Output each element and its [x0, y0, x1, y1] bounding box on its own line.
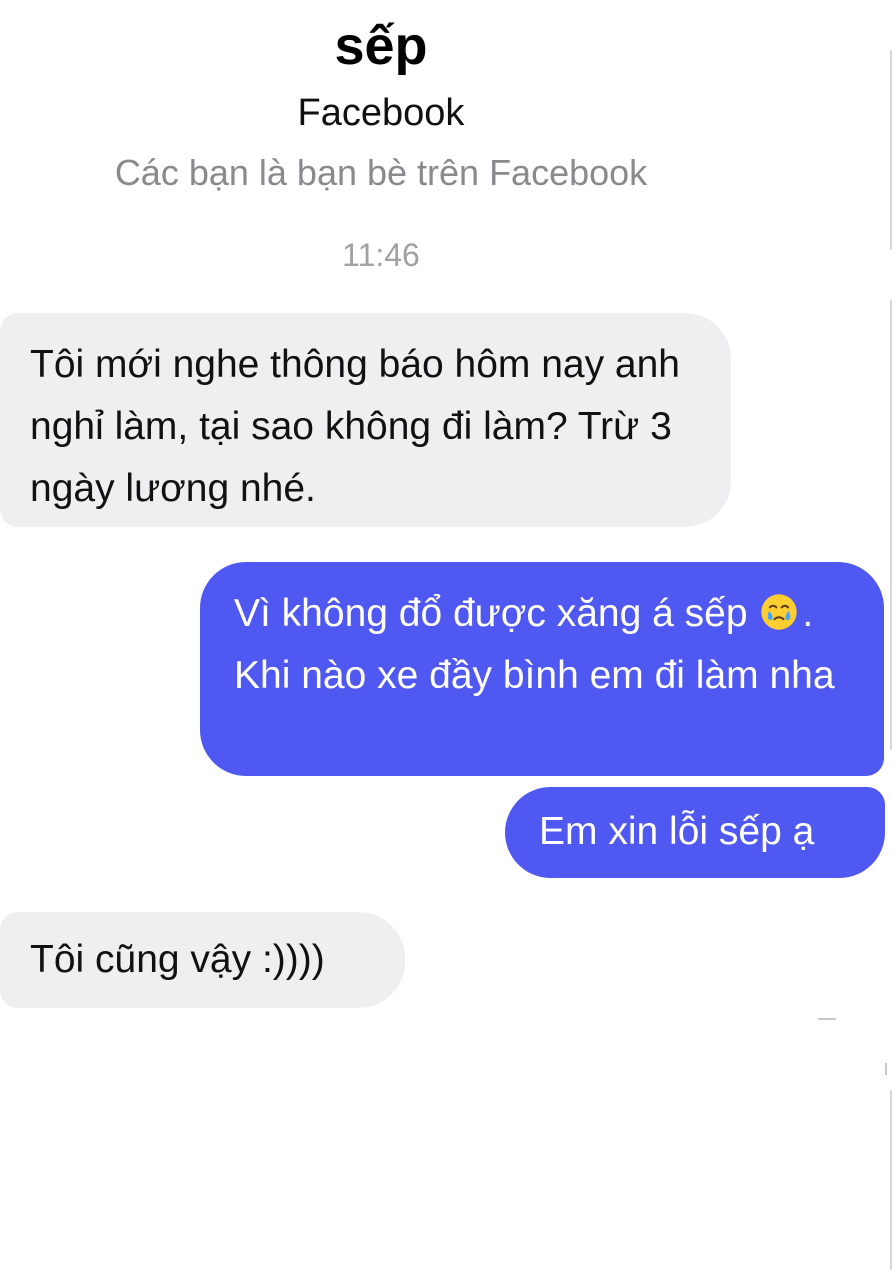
- message-text: Tôi mới nghe thông báo hôm nay anh nghỉ …: [30, 343, 680, 510]
- message-text-before-emoji: Vì không đổ được xăng á sếp: [234, 592, 759, 635]
- platform-label: Facebook: [297, 92, 465, 134]
- scroll-indicator-mark: [818, 1018, 836, 1020]
- message-timestamp: 11:46: [342, 237, 420, 273]
- friend-status-text: Các bạn là bạn bè trên Facebook: [114, 152, 648, 193]
- outgoing-message-bubble[interactable]: Em xin lỗi sếp ạ: [505, 787, 885, 878]
- message-text: Em xin lỗi sếp ạ: [539, 810, 815, 853]
- outgoing-message-bubble[interactable]: Vì không đổ được xăng á sếp . Khi nào xe…: [200, 562, 884, 776]
- incoming-message-bubble[interactable]: Tôi mới nghe thông báo hôm nay anh nghỉ …: [0, 313, 731, 527]
- contact-name[interactable]: sếp: [0, 10, 762, 82]
- face-holding-back-tears-icon: [761, 594, 798, 630]
- incoming-message-bubble[interactable]: Tôi cũng vậy :)))): [0, 912, 405, 1008]
- message-text: Tôi cũng vậy :)))): [30, 938, 325, 981]
- scroll-indicator-mark: [885, 1063, 887, 1075]
